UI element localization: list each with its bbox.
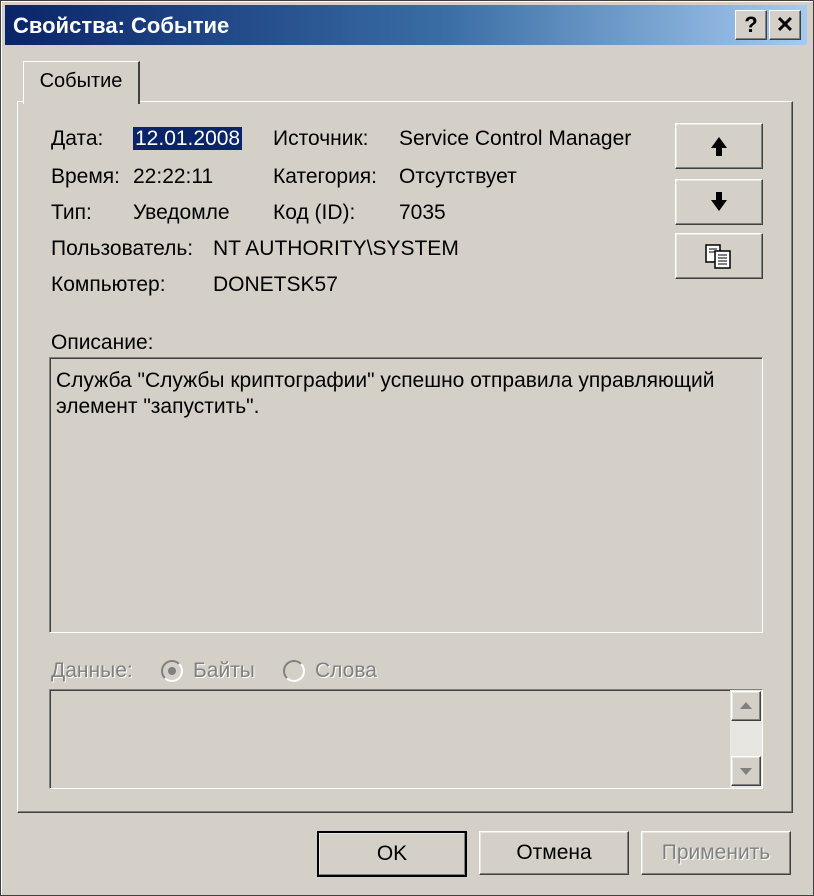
description-text: Служба "Службы криптографии" успешно отп…	[56, 369, 715, 418]
data-textarea[interactable]	[49, 689, 763, 789]
scroll-down-icon	[740, 768, 752, 775]
next-event-button[interactable]	[675, 179, 763, 225]
close-button[interactable]: ✕	[769, 10, 801, 40]
copy-button[interactable]	[675, 233, 763, 279]
copy-icon	[705, 244, 731, 269]
category-label: Категория:	[273, 165, 378, 188]
words-radio[interactable]	[283, 660, 305, 682]
title-bar[interactable]: Свойства: Событие ? ✕	[5, 5, 807, 45]
source-value[interactable]: Service Control Manager	[399, 127, 631, 151]
event-id-value[interactable]: 7035	[399, 201, 446, 225]
data-scrollbar[interactable]	[730, 690, 762, 788]
help-button[interactable]: ?	[735, 10, 767, 40]
bytes-radio-label[interactable]: Байты	[193, 659, 255, 683]
event-properties-dialog: Свойства: Событие ? ✕ Событие Дата: 12.0…	[0, 0, 814, 896]
description-textarea[interactable]: Служба "Службы криптографии" успешно отп…	[49, 357, 763, 633]
window-title: Свойства: Событие	[13, 13, 230, 38]
event-id-label: Код (ID):	[273, 201, 356, 224]
previous-event-button[interactable]	[675, 123, 763, 169]
source-label: Источник:	[273, 127, 369, 150]
computer-label: Компьютер:	[51, 273, 166, 296]
user-label: Пользователь:	[51, 237, 194, 260]
apply-button[interactable]: Применить	[641, 831, 791, 875]
category-value[interactable]: Отсутствует	[399, 165, 517, 189]
date-label: Дата:	[51, 127, 104, 150]
time-label: Время:	[51, 165, 121, 188]
type-label: Тип:	[51, 201, 92, 224]
ok-button[interactable]: OK	[317, 831, 467, 877]
words-radio-label[interactable]: Слова	[315, 659, 377, 683]
type-value[interactable]: Уведомле	[133, 201, 230, 225]
arrow-up-icon	[711, 137, 727, 156]
time-value[interactable]: 22:22:11	[133, 165, 213, 189]
scroll-up-button[interactable]	[731, 691, 761, 721]
description-label: Описание:	[51, 331, 154, 354]
data-label: Данные:	[51, 659, 133, 682]
arrow-down-icon	[711, 192, 727, 211]
bytes-radio[interactable]	[161, 660, 183, 682]
cancel-button[interactable]: Отмена	[479, 831, 629, 875]
scroll-down-button[interactable]	[731, 756, 761, 786]
computer-value[interactable]: DONETSK57	[213, 273, 338, 297]
scroll-up-icon	[740, 702, 752, 709]
user-value[interactable]: NT AUTHORITY\SYSTEM	[213, 237, 459, 261]
date-value[interactable]: 12.01.2008	[133, 127, 243, 151]
tab-event[interactable]: Событие	[23, 61, 140, 104]
